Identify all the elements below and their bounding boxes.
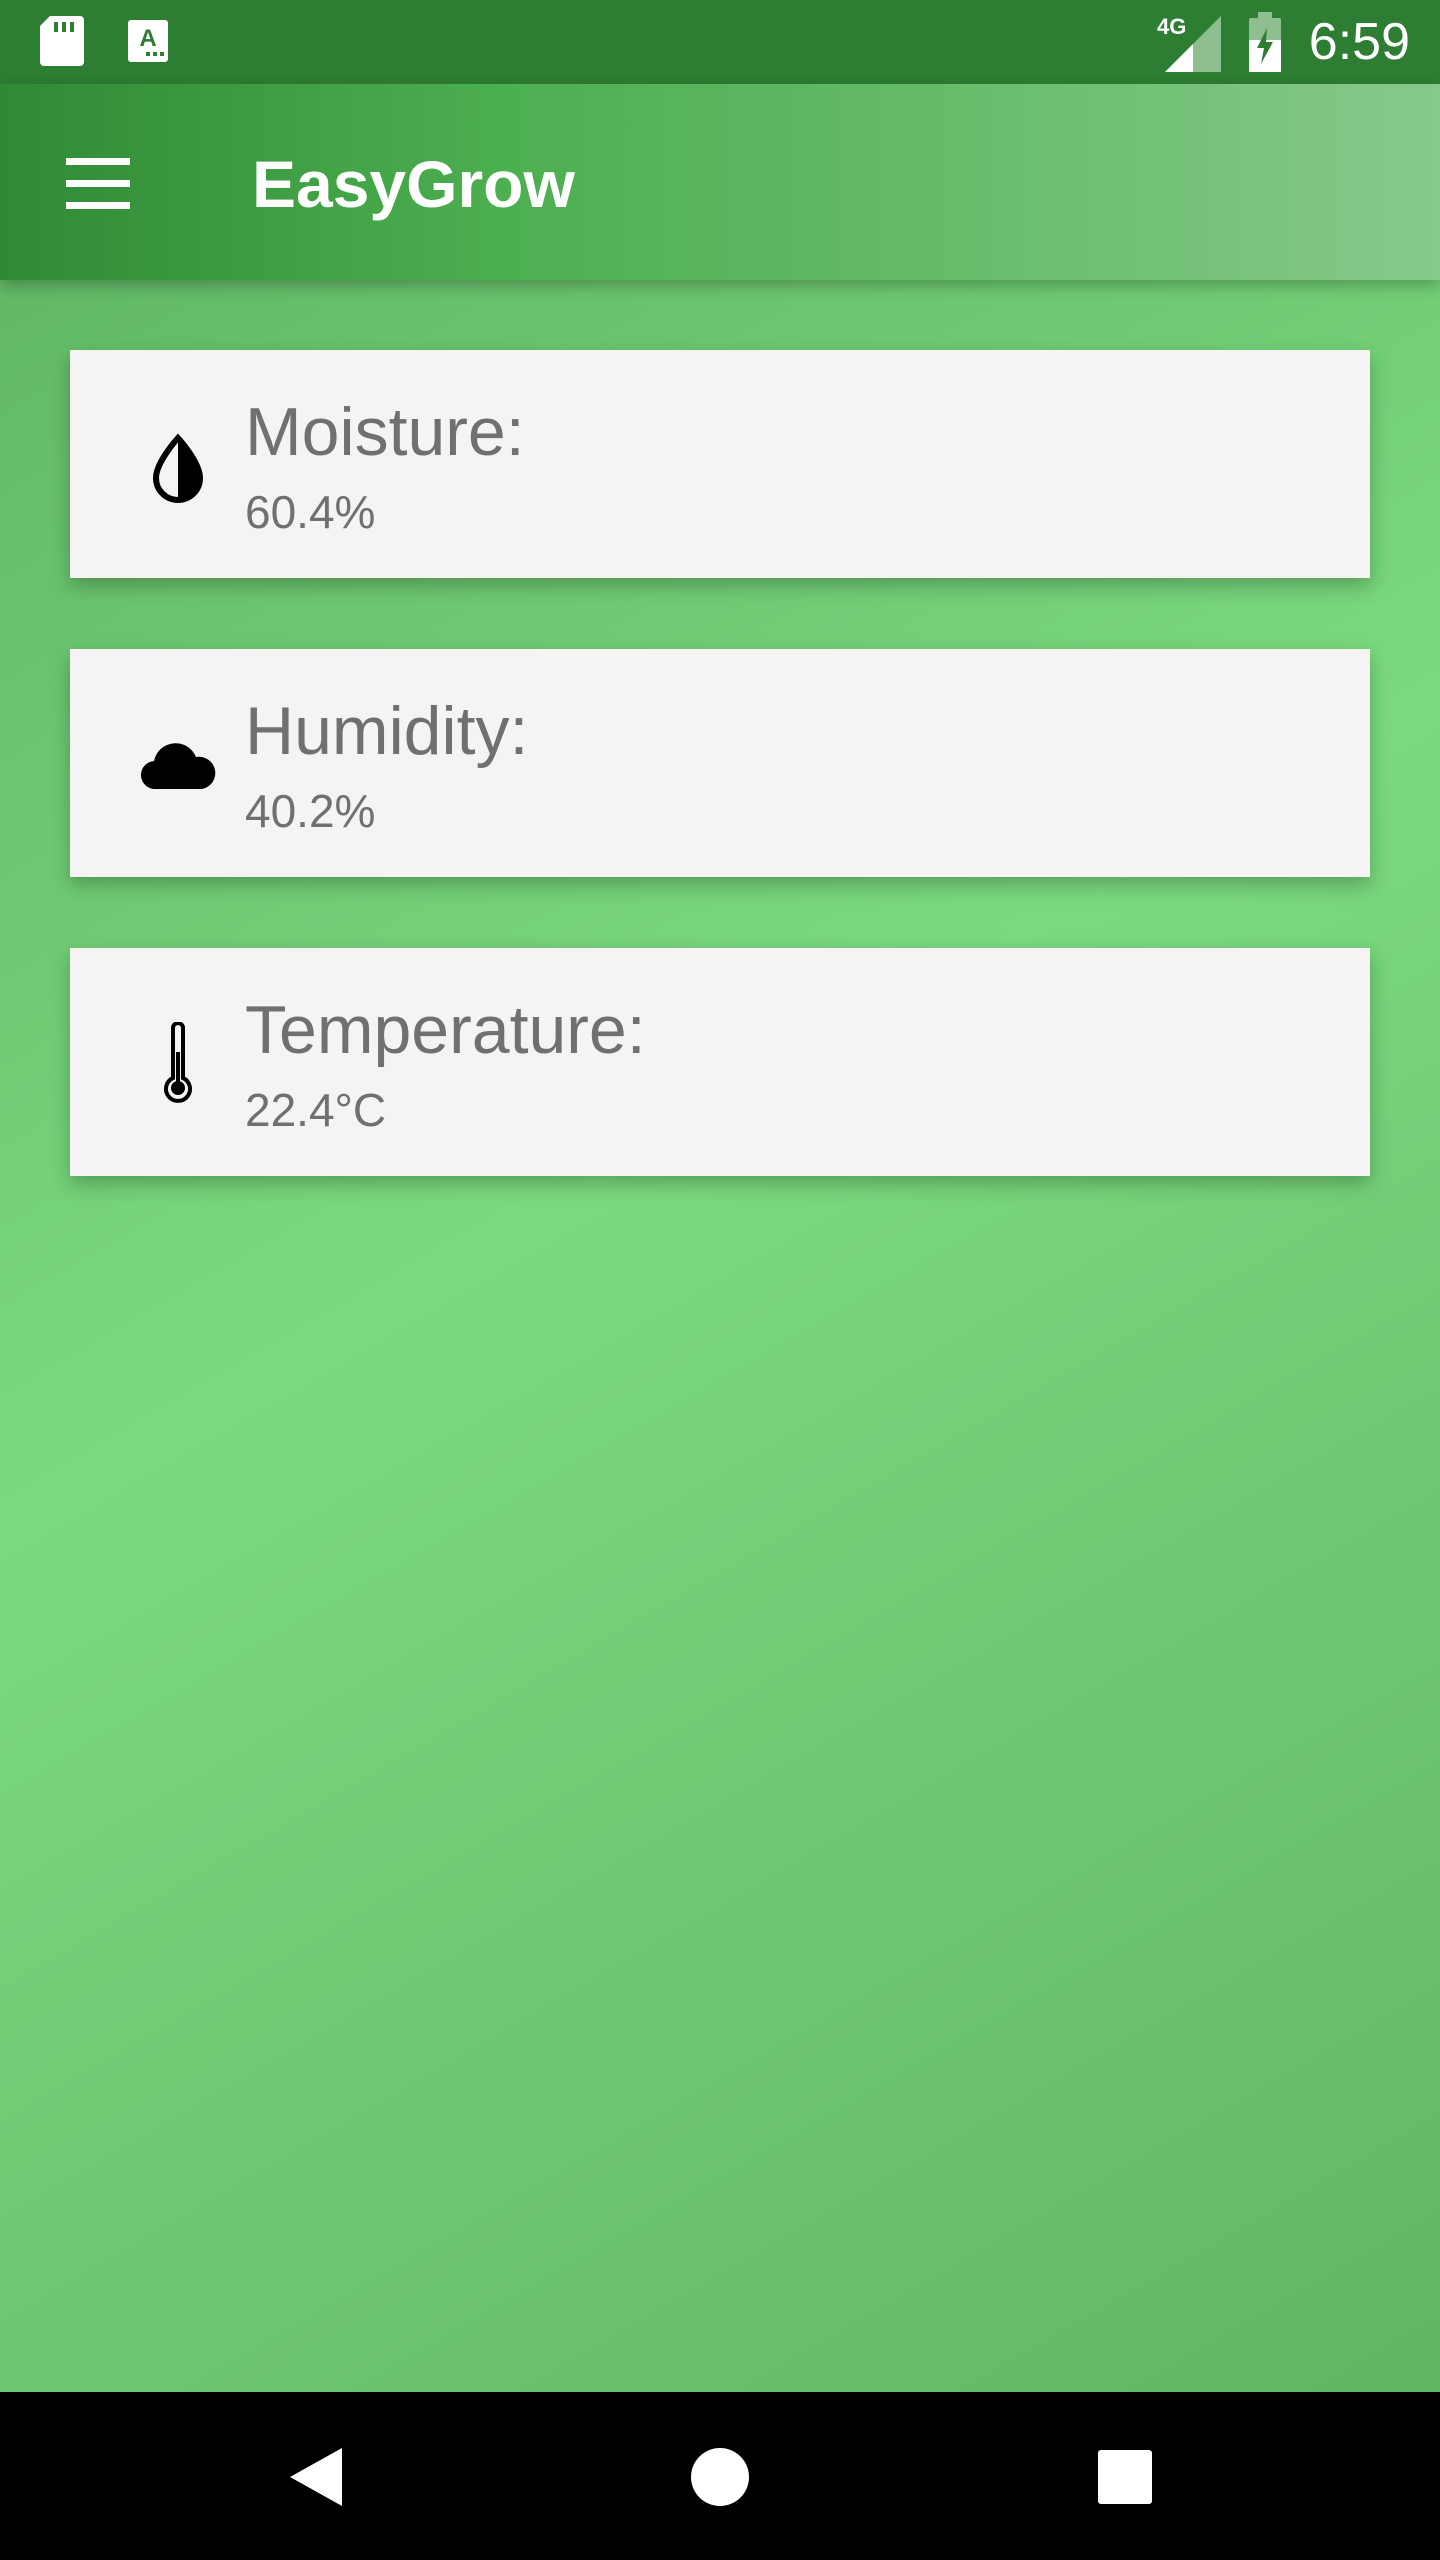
navigation-bar [0,2392,1440,2560]
app-title: EasyGrow [252,147,575,221]
water-drop-icon [152,433,204,503]
temperature-label: Temperature: [245,992,646,1068]
battery-charging-icon [1248,12,1281,72]
moisture-label: Moisture: [245,394,525,470]
thermometer-icon [164,1022,192,1103]
signal-icon: 4G [1157,14,1221,72]
app-bar: EasyGrow [0,84,1440,280]
back-icon[interactable] [270,2432,360,2522]
sd-card-icon [40,16,84,66]
keyboard-icon: A [128,20,168,62]
humidity-label: Humidity: [245,693,529,769]
temperature-value: 22.4°C [245,1084,387,1136]
recents-icon[interactable] [1080,2432,1170,2522]
moisture-value: 60.4% [245,486,376,538]
status-time: 6:59 [1308,13,1410,71]
humidity-card: Humidity: 40.2% [70,649,1370,877]
status-bar: A 4G 6:59 [0,0,1440,84]
svg-text:A: A [139,25,156,52]
svg-text:4G: 4G [1157,14,1186,39]
cloud-icon [140,743,216,790]
temperature-card: Temperature: 22.4°C [70,948,1370,1176]
humidity-value: 40.2% [245,785,376,837]
moisture-card: Moisture: 60.4% [70,350,1370,578]
hamburger-menu-icon[interactable] [48,138,148,228]
home-icon[interactable] [675,2432,765,2522]
